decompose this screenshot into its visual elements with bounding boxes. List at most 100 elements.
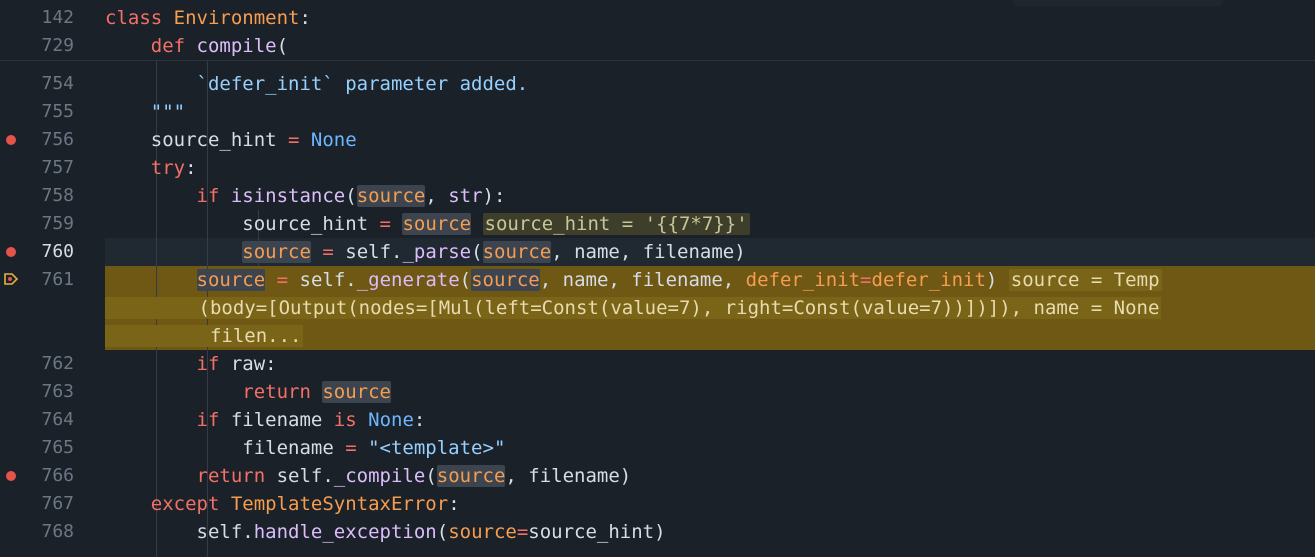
line-number: 764: [41, 409, 74, 430]
sticky-line[interactable]: 729 def compile(: [0, 32, 1315, 60]
code-token: TemplateSyntaxError: [230, 493, 449, 515]
line-number: 761: [41, 269, 74, 290]
horizontal-scrollbar[interactable]: [0, 545, 1315, 557]
code-token: str: [448, 185, 483, 207]
code-text[interactable]: if raw:: [105, 350, 277, 378]
code-text[interactable]: filename = "<template>": [105, 434, 505, 462]
code-text[interactable]: self.handle_exception(source=source_hint…: [105, 518, 666, 546]
code-token: if: [196, 185, 231, 207]
inline-value-hint: source_hint = '{{7*7}}': [482, 213, 750, 235]
code-text[interactable]: `defer_init` parameter added.: [105, 70, 529, 98]
code-line[interactable]: 757 try:: [0, 154, 1315, 182]
code-token: """: [105, 101, 186, 123]
breakpoint-icon[interactable]: [6, 247, 16, 257]
code-line[interactable]: 754 `defer_init` parameter added.: [0, 70, 1315, 98]
line-gutter[interactable]: 754: [0, 70, 100, 98]
code-token: self.: [276, 465, 334, 487]
code-editor[interactable]: 142 class Environment: 729 def compile( 75…: [0, 0, 1315, 557]
code-token: , name, filename,: [539, 269, 746, 291]
line-number: 766: [41, 465, 74, 486]
line-number: 767: [41, 493, 74, 514]
breakpoint-icon[interactable]: [6, 471, 16, 481]
code-text[interactable]: source_hint = None: [105, 126, 357, 154]
breakpoint-icon[interactable]: [6, 135, 16, 145]
line-gutter[interactable]: 756: [0, 126, 100, 154]
code-line[interactable]: 758 if isinstance(source, str):: [0, 182, 1315, 210]
code-token: filename: [230, 409, 334, 431]
code-token: filename: [105, 437, 346, 459]
code-line[interactable]: 762 if raw:: [0, 350, 1315, 378]
line-gutter[interactable]: 762: [0, 350, 100, 378]
code-text[interactable]: except TemplateSyntaxError:: [105, 490, 460, 518]
code-token: try: [150, 157, 186, 179]
line-gutter[interactable]: 758: [0, 182, 100, 210]
code-token: =: [516, 521, 529, 543]
sticky-scroll-header[interactable]: 142 class Environment: 729 def compile(: [0, 0, 1315, 61]
line-gutter[interactable]: 768: [0, 518, 100, 546]
line-gutter[interactable]: 767: [0, 490, 100, 518]
line-gutter[interactable]: [0, 294, 100, 322]
line-number: 768: [41, 521, 74, 542]
code-text[interactable]: if isinstance(source, str):: [105, 182, 505, 210]
code-line[interactable]: 766 return self._compile(source, filenam…: [0, 462, 1315, 490]
code-line[interactable]: 761 source = self._generate(source, name…: [0, 266, 1315, 294]
code-line[interactable]: 759 source_hint = source source_hint = '…: [0, 210, 1315, 238]
code-token: source_hint: [528, 521, 655, 543]
line-gutter[interactable]: 757: [0, 154, 100, 182]
line-gutter[interactable]: 766: [0, 462, 100, 490]
line-gutter[interactable]: 760: [0, 238, 100, 266]
code-line[interactable]: (body=[Output(nodes=[Mul(left=Const(valu…: [0, 294, 1315, 322]
code-text[interactable]: def compile(: [105, 32, 288, 60]
code-token: Environment: [173, 7, 300, 29]
code-text[interactable]: filen...: [105, 322, 304, 350]
code-line[interactable]: 768 self.handle_exception(source=source_…: [0, 518, 1315, 546]
code-text[interactable]: source = self._parse(source, name, filen…: [105, 238, 746, 266]
code-token: if: [196, 353, 231, 375]
line-number: 765: [41, 437, 74, 458]
code-line[interactable]: 756 source_hint = None: [0, 126, 1315, 154]
line-gutter[interactable]: 759: [0, 210, 100, 238]
code-text[interactable]: """: [105, 98, 185, 126]
code-text[interactable]: source_hint = source source_hint = '{{7*…: [105, 210, 750, 238]
line-gutter[interactable]: [0, 322, 100, 350]
line-number: 757: [41, 157, 74, 178]
code-token: source: [402, 213, 472, 235]
code-text[interactable]: source = self._generate(source, name, fi…: [105, 266, 1162, 294]
line-gutter[interactable]: 142: [0, 4, 100, 32]
code-text[interactable]: return source: [105, 378, 391, 406]
code-token: is: [333, 409, 369, 431]
line-gutter[interactable]: 765: [0, 434, 100, 462]
code-token: =: [322, 241, 346, 263]
code-token: ): [985, 269, 998, 291]
line-number: 729: [41, 35, 74, 56]
code-line[interactable]: filen...: [0, 322, 1315, 350]
code-line[interactable]: 755 """: [0, 98, 1315, 126]
line-gutter[interactable]: 763: [0, 378, 100, 406]
code-line[interactable]: 765 filename = "<template>": [0, 434, 1315, 462]
line-gutter[interactable]: 761: [0, 266, 100, 294]
code-token: :: [299, 7, 311, 29]
line-gutter[interactable]: 729: [0, 32, 100, 60]
code-token: _generate: [356, 269, 460, 291]
code-token: return: [196, 465, 277, 487]
code-line[interactable]: 760 source = self._parse(source, name, f…: [0, 238, 1315, 266]
code-token: ): [619, 465, 632, 487]
code-text[interactable]: return self._compile(source, filename): [105, 462, 631, 490]
code-line[interactable]: 763 return source: [0, 378, 1315, 406]
code-token: source: [436, 465, 506, 487]
line-number: 762: [41, 353, 74, 374]
line-gutter[interactable]: 764: [0, 406, 100, 434]
code-text[interactable]: (body=[Output(nodes=[Mul(left=Const(valu…: [105, 294, 1162, 322]
code-token: source: [322, 381, 391, 403]
code-token: (: [459, 269, 472, 291]
sticky-line[interactable]: 142 class Environment:: [0, 4, 1315, 32]
code-line[interactable]: 767 except TemplateSyntaxError:: [0, 490, 1315, 518]
code-text[interactable]: class Environment:: [105, 4, 311, 32]
code-line[interactable]: 764 if filename is None:: [0, 406, 1315, 434]
code-text[interactable]: try:: [105, 154, 197, 182]
line-gutter[interactable]: 755: [0, 98, 100, 126]
code-text[interactable]: if filename is None:: [105, 406, 426, 434]
